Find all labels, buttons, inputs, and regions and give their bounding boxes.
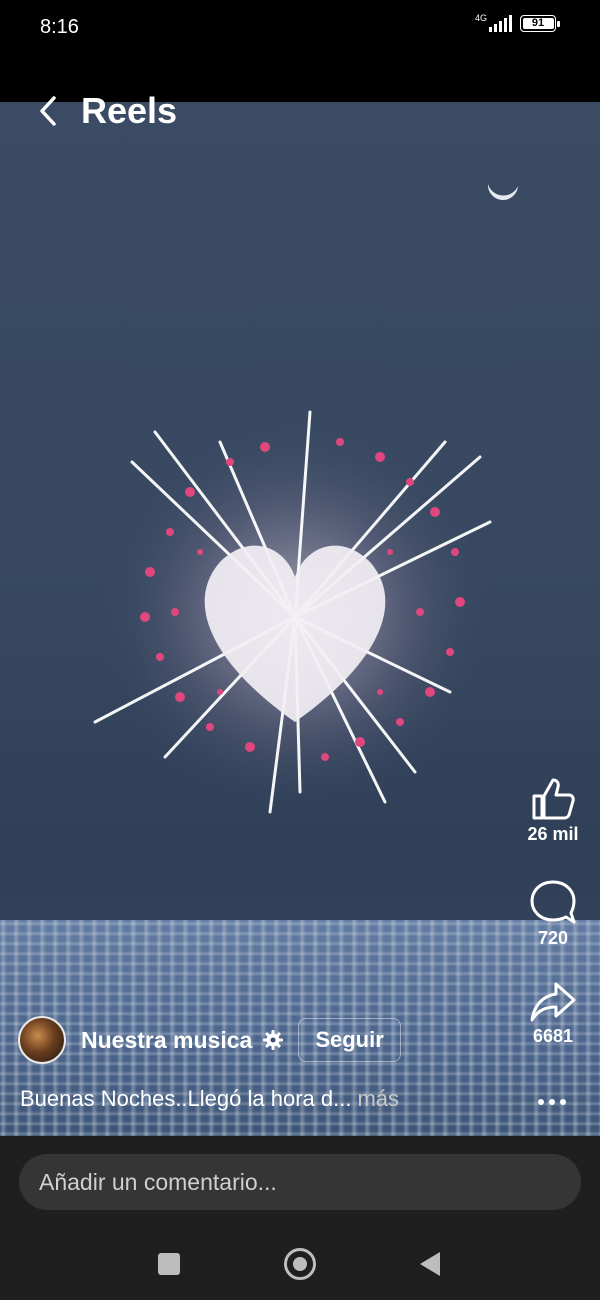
comment-bar: Añadir un comentario... (0, 1136, 600, 1228)
author-name[interactable]: Nuestra musica (81, 1027, 252, 1054)
avatar[interactable] (18, 1016, 66, 1064)
like-count: 26 mil (527, 824, 579, 844)
caption-text: Buenas Noches..Llegó la hora d... (20, 1086, 352, 1111)
page-title: Reels (81, 90, 178, 131)
caption-more-link[interactable]: más (357, 1086, 399, 1111)
signal-icon (489, 14, 512, 32)
share-count: 6681 (532, 1026, 574, 1046)
like-button[interactable]: 26 mil (513, 776, 593, 845)
comment-button[interactable]: 720 (513, 878, 593, 949)
speech-bubble-icon (530, 880, 576, 924)
network-type: 4G (474, 12, 487, 23)
status-time: 8:16 (40, 16, 79, 38)
home-circle-icon[interactable] (284, 1248, 316, 1280)
reel-video[interactable] (0, 102, 600, 1136)
system-nav-bar (0, 1228, 600, 1300)
status-bar: 8:16 4G 91 (0, 0, 600, 56)
caption[interactable]: Buenas Noches..Llegó la hora d... más (20, 1086, 399, 1112)
share-button[interactable]: 6681 (513, 980, 593, 1047)
comment-count: 720 (537, 928, 569, 948)
gear-icon (263, 1030, 284, 1050)
more-options-icon[interactable] (538, 1099, 566, 1105)
heart-firework (93, 410, 495, 817)
moon-icon (487, 184, 518, 201)
thumbs-up-icon (532, 778, 575, 820)
chevron-left-icon[interactable] (36, 94, 60, 128)
author-row: Nuestra musica Seguir (18, 1016, 401, 1064)
comment-input[interactable]: Añadir un comentario... (19, 1154, 581, 1210)
reels-header: Reels (0, 86, 600, 136)
back-triangle-icon[interactable] (420, 1252, 440, 1276)
battery-icon: 91 (520, 14, 560, 32)
battery-level: 91 (531, 17, 545, 29)
follow-button[interactable]: Seguir (298, 1018, 401, 1062)
recents-square-icon[interactable] (158, 1253, 180, 1275)
share-arrow-icon (530, 982, 576, 1022)
status-icons: 4G 91 (474, 12, 560, 32)
